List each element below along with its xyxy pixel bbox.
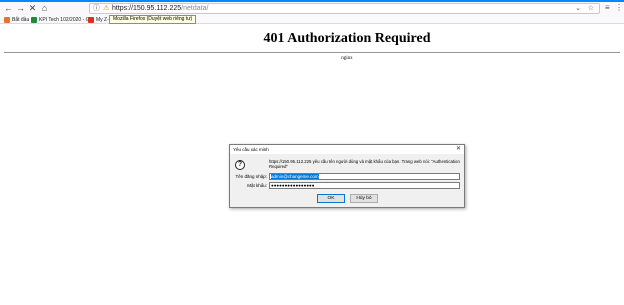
- tooltip: Mozilla Firefox (Duyệt web riêng tư): [109, 15, 197, 24]
- stop-icon[interactable]: ✕: [27, 3, 38, 14]
- username-value: admin@changeme.com: [271, 174, 319, 179]
- bookmark-item[interactable]: KPI Tech 102/2020 - G...: [31, 15, 94, 24]
- dropdown-icon[interactable]: ⌄: [575, 4, 581, 13]
- bookmark-favicon-icon: [4, 16, 10, 23]
- server-signature: nginx: [341, 56, 353, 61]
- url-path: /netdata/: [181, 5, 209, 12]
- url-host: https://150.95.112.225: [112, 5, 182, 12]
- menu-icon[interactable]: ⋮: [615, 3, 623, 12]
- cancel-button[interactable]: Hủy bỏ: [350, 194, 378, 203]
- question-icon: ?: [235, 160, 245, 170]
- password-label: Mật khẩu:: [247, 183, 267, 188]
- auth-dialog: Yêu cầu xác minh ✕ ? https://150.95.112.…: [229, 144, 465, 208]
- bookmarks-toolbar: Bắt đầu KPI Tech 102/2020 - G... My Z-m: [0, 15, 624, 24]
- library-icon[interactable]: ≡: [605, 3, 610, 12]
- username-label: Tên đăng nhập:: [235, 174, 267, 179]
- ok-button[interactable]: OK: [317, 194, 345, 203]
- password-mask: ●●●●●●●●●●●●●●●●: [271, 183, 315, 188]
- page-info-icon[interactable]: ⓘ: [93, 4, 100, 13]
- bookmark-label: Bắt đầu: [12, 16, 30, 23]
- bookmark-favicon-icon: [31, 16, 37, 23]
- dialog-titlebar: Yêu cầu xác minh ✕: [230, 145, 464, 154]
- bookmark-favicon-icon: [88, 16, 94, 23]
- dialog-message: https://150.95.112.225 yêu cầu tên người…: [269, 159, 460, 169]
- back-icon[interactable]: ←: [3, 3, 14, 14]
- bookmark-item[interactable]: Bắt đầu: [4, 15, 29, 24]
- navigation-toolbar: ← → ✕ ⌂ ⓘ ⚠ https://150.95.112.225/netda…: [0, 2, 624, 15]
- divider: [4, 52, 620, 53]
- bookmark-star-icon[interactable]: ☆: [588, 4, 594, 13]
- username-field[interactable]: admin@changeme.com: [269, 173, 460, 180]
- address-bar[interactable]: ⓘ ⚠ https://150.95.112.225/netdata/ ⌄ ☆: [89, 3, 600, 14]
- bookmark-label: KPI Tech 102/2020 - G...: [39, 16, 94, 23]
- url-text[interactable]: https://150.95.112.225/netdata/: [112, 4, 208, 13]
- insecure-lock-icon[interactable]: ⚠: [103, 4, 109, 13]
- password-field[interactable]: ●●●●●●●●●●●●●●●●: [269, 182, 460, 189]
- close-icon[interactable]: ✕: [456, 145, 461, 154]
- forward-icon[interactable]: →: [15, 3, 26, 14]
- home-icon[interactable]: ⌂: [39, 3, 50, 14]
- page-title: 401 Authorization Required: [263, 31, 431, 46]
- dialog-title: Yêu cầu xác minh: [233, 147, 269, 152]
